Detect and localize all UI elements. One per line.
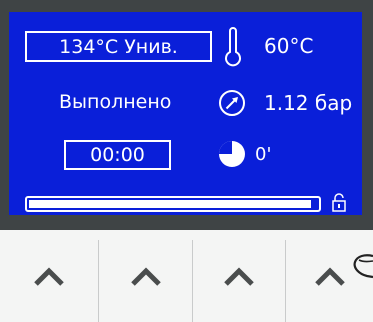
keypad [0, 230, 373, 322]
lcd-screen: 134°C Унив. 60°C Выполнено 1.12 бар 00:0… [9, 12, 362, 215]
chevron-up-icon [34, 267, 64, 286]
program-label: 134°C Унив. [59, 35, 178, 58]
program-label-box: 134°C Унив. [25, 31, 212, 62]
display-bezel: 134°C Унив. 60°C Выполнено 1.12 бар 00:0… [0, 0, 373, 230]
pressure-value: 1.12 бар [264, 91, 353, 115]
pie-clock-icon [217, 139, 247, 169]
temperature-value: 60°C [264, 34, 314, 58]
chevron-up-icon [314, 267, 345, 286]
up-button-2[interactable] [99, 230, 192, 322]
timer-box: 00:00 [64, 140, 171, 170]
up-button-1[interactable] [0, 230, 98, 322]
unlock-icon [331, 192, 347, 212]
chevron-up-icon [224, 267, 254, 286]
progress-bar [25, 196, 321, 212]
hand-pointer-icon [345, 250, 373, 294]
status-text: Выполнено [59, 91, 172, 113]
thermometer-icon [221, 27, 245, 67]
elapsed-value: 0' [255, 144, 272, 165]
chevron-up-icon [130, 267, 161, 286]
pressure-gauge-icon [217, 88, 247, 118]
progress-fill [29, 200, 312, 208]
up-button-3[interactable] [193, 230, 285, 322]
timer-value: 00:00 [90, 144, 145, 166]
